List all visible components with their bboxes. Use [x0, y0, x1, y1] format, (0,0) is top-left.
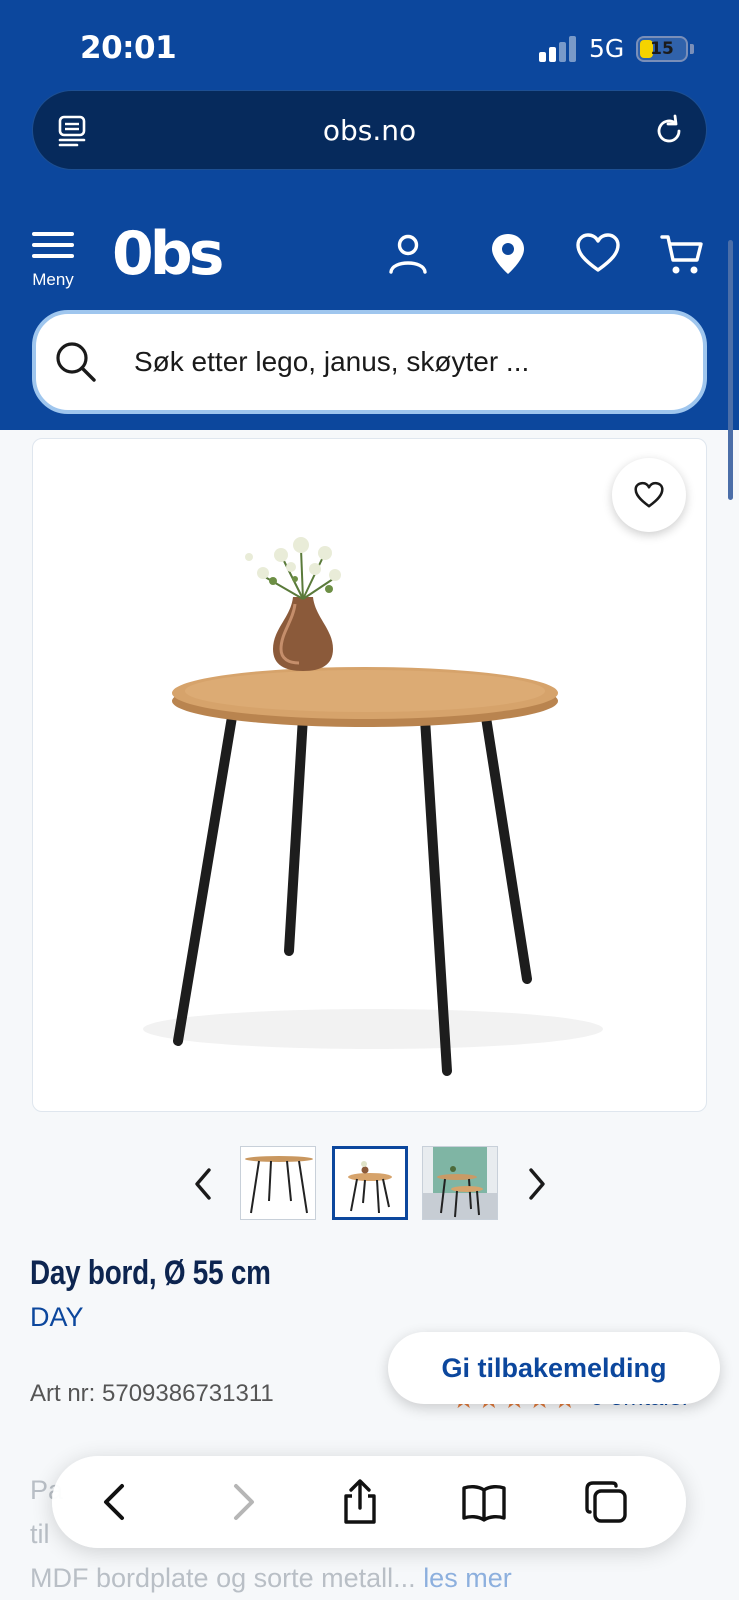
thumbnail-2[interactable]	[332, 1146, 408, 1220]
heart-icon	[634, 481, 664, 508]
search-icon	[56, 342, 96, 382]
menu-label: Meny	[32, 270, 74, 289]
description-text: MDF bordplate og sorte metall...	[30, 1563, 416, 1593]
feedback-button[interactable]: Gi tilbakemelding	[388, 1332, 720, 1404]
status-time: 20:01	[80, 30, 177, 66]
bookmarks-icon[interactable]	[460, 1478, 508, 1526]
cart-icon[interactable]	[660, 232, 704, 276]
battery-level: 15	[650, 39, 674, 59]
favorite-button[interactable]	[612, 458, 686, 532]
read-more-link[interactable]: les mer	[423, 1563, 512, 1593]
address-bar[interactable]: obs.no	[32, 90, 707, 170]
menu-icon	[32, 232, 74, 258]
chevron-left-icon[interactable]	[188, 1166, 218, 1202]
obs-logo[interactable]: 0bs	[112, 222, 224, 286]
user-icon[interactable]	[386, 232, 430, 276]
description-line: til	[30, 1519, 50, 1549]
tabs-icon[interactable]	[582, 1478, 630, 1526]
status-bar: 20:01 5G 15	[0, 0, 739, 90]
network-type: 5G	[589, 34, 625, 63]
forward-icon[interactable]	[218, 1478, 266, 1526]
share-icon[interactable]	[336, 1478, 384, 1526]
thumbnail-3[interactable]	[422, 1146, 498, 1220]
location-pin-icon[interactable]	[486, 232, 530, 276]
table-image	[143, 537, 603, 1076]
chevron-right-icon[interactable]	[522, 1166, 552, 1202]
search-bar[interactable]	[32, 310, 707, 414]
scrollbar[interactable]	[728, 240, 733, 500]
battery-icon: 15	[636, 36, 688, 62]
search-input[interactable]	[134, 314, 674, 410]
thumbnail-1[interactable]	[240, 1146, 316, 1220]
menu-button[interactable]: Meny	[28, 228, 78, 290]
product-brand[interactable]: DAY	[30, 1302, 84, 1333]
description-line: MDF bordplate og sorte metall... les mer	[30, 1554, 512, 1600]
heart-icon[interactable]	[576, 232, 620, 276]
product-title: Day bord, Ø 55 cm	[30, 1254, 271, 1292]
url-text: obs.no	[322, 114, 417, 147]
battery-cap	[690, 44, 694, 54]
product-image[interactable]	[32, 438, 707, 1112]
back-icon[interactable]	[92, 1478, 140, 1526]
browser-toolbar	[52, 1456, 686, 1548]
reload-icon[interactable]	[651, 113, 687, 149]
article-number: Art nr: 5709386731311	[30, 1380, 274, 1407]
signal-icon	[539, 36, 579, 62]
